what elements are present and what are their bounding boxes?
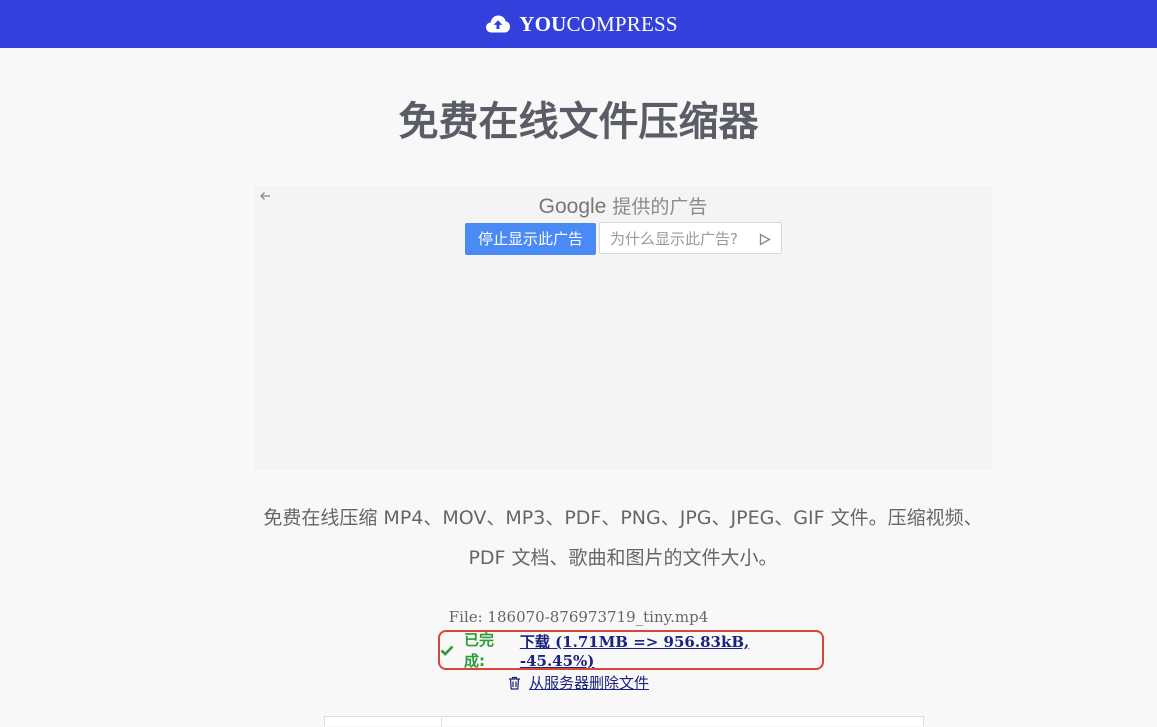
top-bar: YOU COMPRESS xyxy=(0,0,1157,48)
ad-provider-suffix: 提供的广告 xyxy=(612,196,708,218)
brand-name-bold: YOU xyxy=(519,11,567,36)
page-title: 免费在线文件压缩器 xyxy=(398,99,759,145)
trash-icon[interactable] xyxy=(508,676,521,694)
check-icon xyxy=(440,645,454,656)
ad-panel: Google 提供的广告 停止显示此广告 为什么显示此广告? xyxy=(254,186,992,470)
compression-status: 已完成: 下载 (1.71MB => 956.83kB, -45.45%) xyxy=(438,630,824,670)
bottom-panel-divider xyxy=(441,717,442,727)
cloud-upload-icon xyxy=(485,14,511,34)
brand-name-light: COMPRESS xyxy=(566,11,678,36)
play-outline-icon xyxy=(759,223,771,255)
download-link[interactable]: 下载 (1.71MB => 956.83kB, -45.45%) xyxy=(520,631,822,670)
delete-file-link[interactable]: 从服务器删除文件 xyxy=(529,674,649,692)
delete-from-server: 从服务器删除文件 xyxy=(0,672,1157,694)
brand-logo[interactable]: YOU COMPRESS xyxy=(485,11,678,36)
page-description: 免费在线压缩 MP4、MOV、MP3、PDF、PNG、JPG、JPEG、GIF … xyxy=(263,507,983,569)
status-label: 已完成: xyxy=(464,631,495,670)
bottom-panel xyxy=(324,716,924,727)
why-this-ad-button[interactable]: 为什么显示此广告? xyxy=(599,222,782,254)
stop-showing-ad-button[interactable]: 停止显示此广告 xyxy=(465,223,596,255)
google-label: Google xyxy=(538,195,607,218)
why-this-ad-label: 为什么显示此广告? xyxy=(610,230,738,248)
ad-provider-label: Google 提供的广告 xyxy=(254,192,992,219)
file-name-label: File: 186070-876973719_tiny.mp4 xyxy=(448,608,709,626)
